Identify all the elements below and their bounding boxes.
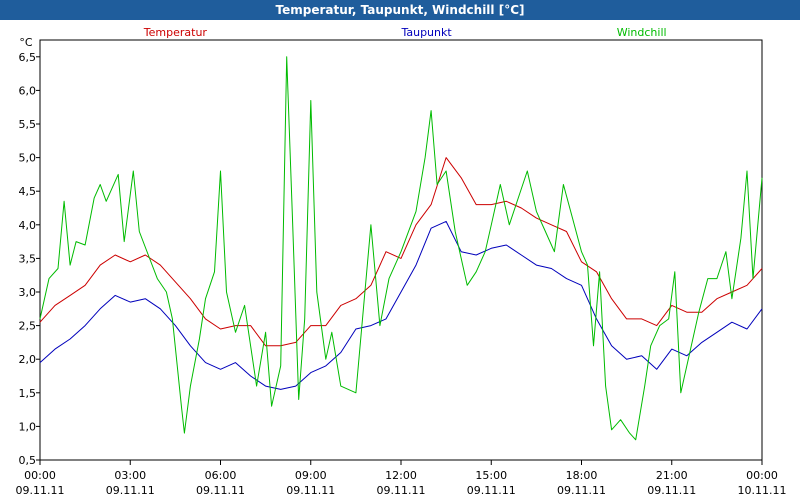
x-tick-date-label: 09.11.11 [647, 484, 696, 497]
legend-item-taupunkt: Taupunkt [400, 26, 452, 39]
y-tick-label: 1,5 [19, 387, 37, 400]
x-tick-date-label: 09.11.11 [377, 484, 426, 497]
y-tick-label: 2,5 [19, 320, 37, 333]
x-tick-date-label: 10.11.11 [738, 484, 787, 497]
x-tick-date-label: 09.11.11 [106, 484, 155, 497]
x-tick-time-label: 12:00 [385, 469, 417, 482]
y-tick-label: 5,0 [19, 152, 37, 165]
x-tick-date-label: 09.11.11 [557, 484, 606, 497]
x-tick-date-label: 09.11.11 [286, 484, 335, 497]
x-tick-time-label: 15:00 [475, 469, 507, 482]
x-tick-time-label: 21:00 [656, 469, 688, 482]
y-tick-label: 3,0 [19, 286, 37, 299]
y-tick-label: 0,5 [19, 454, 37, 467]
x-tick-time-label: 09:00 [295, 469, 327, 482]
y-tick-label: 5,5 [19, 118, 37, 131]
y-tick-label: 4,0 [19, 219, 37, 232]
x-tick-time-label: 18:00 [566, 469, 598, 482]
legend-item-temperatur: Temperatur [143, 26, 208, 39]
plot-frame [39, 39, 763, 461]
y-tick-label: 4,5 [19, 185, 37, 198]
x-tick-date-label: 09.11.11 [196, 484, 245, 497]
legend-layer: Temperatur Taupunkt Windchill [143, 26, 667, 39]
x-tick-date-label: 09.11.11 [16, 484, 65, 497]
legend-item-windchill: Windchill [617, 26, 667, 39]
y-axis-unit-label: °C [19, 36, 33, 49]
x-tick-date-label: 09.11.11 [467, 484, 516, 497]
x-tick-time-label: 00:00 [24, 469, 56, 482]
axis-layer: 0,5 1,0 1,5 2,0 2,5 3,0 3,5 4,0 4,5 5,0 5,5 6,0 6,5 °… [16, 36, 787, 497]
y-tick-label: 6,5 [19, 51, 37, 64]
x-tick-time-label: 06:00 [205, 469, 237, 482]
chart-title: Temperatur, Taupunkt, Windchill [°C] [0, 0, 800, 20]
y-tick-label: 6,0 [19, 84, 37, 97]
x-tick-time-label: 03:00 [114, 469, 146, 482]
chart-plot: 0,5 1,0 1,5 2,0 2,5 3,0 3,5 4,0 4,5 5,0 5,5 6,0 6,5 °… [16, 26, 787, 497]
y-tick-label: 2,0 [19, 353, 37, 366]
x-tick-time-label: 00:00 [746, 469, 778, 482]
y-tick-label: 1,0 [19, 420, 37, 433]
y-tick-label: 3,5 [19, 252, 37, 265]
